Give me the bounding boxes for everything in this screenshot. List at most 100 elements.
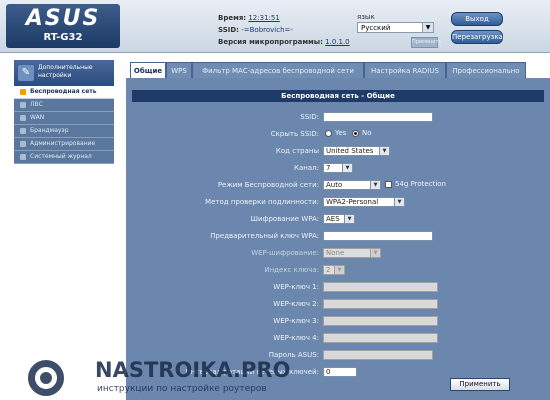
wep-key3-label: WEP-ключ 3: (273, 317, 319, 325)
bullet-icon (20, 141, 26, 147)
sidebar-item-wan[interactable]: WAN (14, 112, 114, 125)
key-rotation-input[interactable]: 0 (323, 367, 357, 377)
language-label: язык (357, 13, 375, 21)
asus-logo: ASUS RT-G32 (6, 4, 120, 48)
sidebar-item-label: Брандмауэр (30, 127, 69, 134)
sidebar-item-administration[interactable]: Администрирование (14, 138, 114, 151)
sidebar-item-label: ЛВС (30, 101, 43, 108)
bullet-icon (20, 128, 26, 134)
firmware-value[interactable]: 1.0.1.0 (325, 38, 350, 46)
tab-general[interactable]: Общие (130, 62, 166, 79)
logout-button[interactable]: Выход (451, 12, 503, 26)
wpa-encryption-select[interactable]: AES ▼ (323, 214, 355, 224)
channel-value: 7 (326, 164, 331, 172)
wep-key4-input[interactable] (323, 333, 438, 343)
firmware-row: Версия микропрограммы: 1.0.1.0 (218, 38, 350, 46)
chevron-down-icon: ▼ (370, 249, 380, 257)
sidebar: ✎ Дополнительные настройки Беспроводная … (14, 60, 114, 378)
watermark-brand: NASTROIKA.PRO (95, 358, 291, 382)
wpa-encryption-value: AES (326, 215, 340, 223)
hide-ssid-yes-label: Yes (335, 129, 347, 137)
sidebar-item-system-log[interactable]: Системный журнал (14, 151, 114, 164)
sidebar-item-firewall[interactable]: Брандмауэр (14, 125, 114, 138)
key-index-value: 2 (326, 266, 331, 274)
firmware-label: Версия микропрограммы: (218, 38, 323, 46)
wep-key4-label: WEP-ключ 4: (273, 334, 319, 342)
tab-professional[interactable]: Профессионально (446, 62, 526, 78)
ssid-value: -=Bobrovich=- (241, 26, 293, 34)
key-index-select[interactable]: 2 ▼ (323, 265, 345, 275)
sidebar-item-lan[interactable]: ЛВС (14, 99, 114, 112)
auth-method-value: WPA2-Personal (326, 198, 379, 206)
wep-key1-label: WEP-ключ 1: (273, 283, 319, 291)
bullet-icon (20, 115, 26, 121)
wep-encryption-label: WEP-шифрование: (251, 249, 319, 257)
protection-checkbox[interactable] (385, 181, 392, 188)
auth-method-select[interactable]: WPA2-Personal ▼ (323, 197, 405, 207)
protection-label: 54g Protection (395, 180, 446, 188)
hide-ssid-label: Скрыть SSID: (270, 130, 319, 138)
hide-ssid-no-radio[interactable] (352, 130, 359, 137)
ssid-row: SSID: -=Bobrovich=- (218, 26, 293, 34)
wep-encryption-value: None (326, 249, 345, 257)
sidebar-item-label: Беспроводная сеть (30, 88, 97, 95)
wireless-mode-select[interactable]: Auto ▼ (323, 180, 381, 190)
sidebar-heading: ✎ Дополнительные настройки (14, 60, 114, 86)
time-value[interactable]: 12:31:51 (248, 14, 279, 22)
settings-icon: ✎ (18, 65, 34, 81)
chevron-down-icon: ▼ (422, 23, 433, 32)
sidebar-item-label: Системный журнал (30, 153, 92, 160)
panel-title: Беспроводная сеть - Общие (132, 90, 544, 102)
channel-label: Канал: (294, 164, 319, 172)
header-bar: ASUS RT-G32 Время: 12:31:51 SSID: -=Bobr… (0, 0, 550, 53)
wep-encryption-select[interactable]: None ▼ (323, 248, 381, 258)
country-value: United States (326, 147, 374, 155)
ssid-input[interactable] (323, 112, 433, 122)
sidebar-item-label: Администрирование (30, 140, 96, 147)
chevron-down-icon: ▼ (334, 266, 344, 274)
language-apply-button[interactable]: Применить (411, 37, 441, 48)
wpa-key-label: Предварительный ключ WPA: (210, 232, 319, 240)
country-label: Код страны (275, 147, 319, 155)
sidebar-item-label: WAN (30, 114, 45, 121)
wireless-mode-value: Auto (326, 181, 343, 189)
chevron-down-icon: ▼ (344, 215, 354, 223)
bullet-icon (20, 154, 26, 160)
chevron-down-icon: ▼ (342, 164, 352, 172)
chevron-down-icon: ▼ (370, 181, 380, 189)
channel-select[interactable]: 7 ▼ (323, 163, 353, 173)
sidebar-item-wireless[interactable]: Беспроводная сеть (14, 86, 114, 99)
tab-mac-filter[interactable]: Фильтр MAC-адресов беспроводной сети (192, 62, 364, 78)
ssid-label: SSID: (218, 26, 239, 34)
wep-key1-input[interactable] (323, 282, 438, 292)
bullet-icon (20, 89, 26, 95)
model-name: RT-G32 (43, 32, 83, 43)
apply-button[interactable]: Применить (450, 378, 510, 391)
asus-password-input[interactable] (323, 350, 433, 360)
hide-ssid-yes-radio[interactable] (325, 130, 332, 137)
chevron-down-icon: ▼ (394, 198, 404, 206)
tab-wps[interactable]: WPS (166, 62, 192, 78)
wep-key3-input[interactable] (323, 316, 438, 326)
key-index-label: Индекс ключа: (264, 266, 319, 274)
language-select[interactable]: Русский ▼ (357, 22, 434, 33)
hide-ssid-no-label: No (362, 129, 372, 137)
sidebar-heading-label: Дополнительные настройки (38, 64, 93, 79)
wep-key2-label: WEP-ключ 2: (273, 300, 319, 308)
chevron-down-icon: ▼ (379, 147, 389, 155)
brand-text: ASUS (25, 6, 101, 31)
wep-key2-input[interactable] (323, 299, 438, 309)
tab-radius[interactable]: Настройка RADIUS (364, 62, 446, 78)
wireless-mode-label: Режим Беспроводной сети: (217, 181, 319, 189)
country-select[interactable]: United States ▼ (323, 146, 390, 156)
time-label: Время: (218, 14, 247, 22)
reboot-button[interactable]: Перезагрузка (451, 30, 503, 44)
watermark-tagline: инструкции по настройке роутеров (97, 384, 267, 394)
ssid-field-label: SSID: (300, 113, 319, 121)
wpa-key-input[interactable] (323, 231, 433, 241)
gear-hub (40, 372, 52, 384)
bullet-icon (20, 102, 26, 108)
auth-method-label: Метод проверки подлинности: (205, 198, 319, 206)
time-row: Время: 12:31:51 (218, 14, 280, 22)
language-value: Русский (361, 24, 391, 32)
